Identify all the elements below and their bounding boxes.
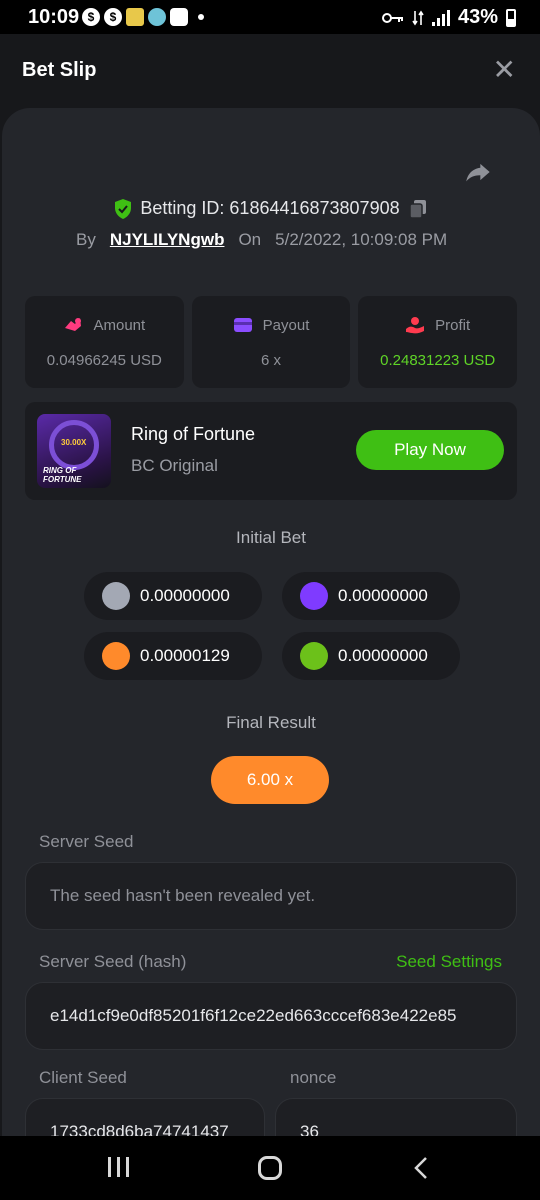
chip-value: 0.00000000 bbox=[140, 586, 230, 605]
dollar-notification-icon: $ bbox=[82, 8, 100, 26]
on-label: On bbox=[238, 230, 262, 249]
game-card: 30.00X RING OF FORTUNE Ring of Fortune B… bbox=[25, 402, 517, 500]
by-label: By bbox=[76, 230, 96, 249]
payout-icon bbox=[233, 318, 252, 332]
notification-icons: $ $ bbox=[82, 8, 204, 26]
server-seed-label: Server Seed bbox=[39, 832, 134, 851]
app-notification-icon bbox=[126, 8, 144, 26]
server-seed-hash-label: Server Seed (hash) bbox=[39, 952, 187, 971]
stat-profit: Profit 0.24831223 USD bbox=[358, 296, 518, 388]
share-icon[interactable] bbox=[464, 158, 492, 186]
chip-value: 0.00000000 bbox=[338, 586, 428, 605]
battery-icon bbox=[506, 8, 516, 27]
game-thumbnail[interactable]: 30.00X RING OF FORTUNE bbox=[37, 414, 111, 488]
more-notifications-icon bbox=[198, 14, 204, 20]
stat-value: 6 x bbox=[261, 352, 282, 369]
game-name: Ring of Fortune bbox=[131, 424, 256, 444]
stat-value: 0.04966245 USD bbox=[46, 352, 162, 369]
stat-label: Profit bbox=[435, 316, 471, 334]
game-provider: BC Original bbox=[131, 456, 218, 475]
seed-settings-link[interactable]: Seed Settings bbox=[396, 952, 502, 972]
stat-amount: Amount 0.04966245 USD bbox=[25, 296, 184, 388]
bet-chip: 0.00000000 bbox=[84, 572, 262, 620]
status-bar: 10:09 $ $ 43% bbox=[0, 0, 540, 34]
profit-icon bbox=[406, 317, 425, 334]
page-title: Bet Slip bbox=[22, 59, 97, 81]
bet-chip: 0.00000129 bbox=[84, 632, 262, 680]
bet-chip: 0.00000000 bbox=[282, 632, 460, 680]
bet-slip-panel: Betting ID: 618644168738079​08 By NJYLIL… bbox=[2, 108, 540, 1148]
client-seed-label: Client Seed bbox=[39, 1068, 127, 1087]
recent-apps-icon[interactable] bbox=[108, 1157, 129, 1177]
username-link[interactable]: NJYLILYNgwb bbox=[110, 230, 225, 250]
bet-stats: Amount 0.04966245 USD Payout 6 x Profit … bbox=[25, 296, 518, 388]
stat-payout: Payout 6 x bbox=[191, 296, 351, 388]
status-right: 43% bbox=[381, 6, 516, 29]
stat-label: Amount bbox=[93, 316, 146, 334]
coin-icon bbox=[102, 642, 130, 670]
bet-slip-header: Bet Slip ✕ bbox=[0, 34, 540, 110]
chip-value: 0.00000129 bbox=[140, 646, 230, 665]
thumb-title: RING OF FORTUNE bbox=[43, 466, 82, 484]
nonce-label: nonce bbox=[290, 1068, 337, 1087]
play-now-button[interactable]: Play Now bbox=[356, 430, 504, 470]
thumb-multiplier: 30.00X bbox=[61, 438, 87, 447]
final-result-label: Final Result bbox=[226, 713, 316, 732]
status-time: 10:09 bbox=[28, 6, 80, 28]
key-icon bbox=[381, 12, 403, 23]
server-seed-field: The seed hasn't been revealed yet. bbox=[25, 862, 517, 930]
initial-bet-label: Initial Bet bbox=[236, 528, 306, 547]
initial-bet-chips: 0.00000000 0.00000000 0.00000129 0.00000… bbox=[84, 572, 460, 680]
betting-id: Betting ID: 618644168738079​08 bbox=[140, 198, 400, 218]
betting-id-row: Betting ID: 618644168738079​08 bbox=[2, 198, 540, 219]
copy-icon[interactable] bbox=[408, 199, 428, 219]
home-icon[interactable] bbox=[258, 1156, 282, 1180]
battery-percent: 43% bbox=[457, 6, 498, 28]
data-transfer-icon bbox=[412, 10, 424, 25]
stat-value: 0.24831223 USD bbox=[380, 352, 496, 369]
coin-icon bbox=[102, 582, 130, 610]
coin-icon bbox=[300, 642, 328, 670]
shield-check-icon bbox=[115, 198, 132, 219]
close-icon[interactable]: ✕ bbox=[493, 56, 516, 84]
bet-chip: 0.00000000 bbox=[282, 572, 460, 620]
bet-author-row: By NJYLILYNgwb On 5/2/2022, 10:09:08 PM bbox=[76, 230, 447, 250]
chip-value: 0.00000000 bbox=[338, 646, 428, 665]
final-result-badge: 6.00 x bbox=[211, 756, 329, 804]
signal-icon bbox=[431, 9, 450, 26]
game-notification-icon bbox=[148, 8, 166, 26]
coin-icon bbox=[300, 582, 328, 610]
server-seed-hash-field[interactable]: e14d1cf9e0df85201f6f12ce22ed663cccef683e… bbox=[25, 982, 517, 1050]
dollar-notification-icon: $ bbox=[104, 8, 122, 26]
back-icon[interactable] bbox=[410, 1156, 434, 1180]
bag-notification-icon bbox=[170, 8, 188, 26]
bet-datetime: 5/2/2022, 10:09:08 PM bbox=[275, 230, 448, 249]
stat-label: Payout bbox=[262, 316, 310, 334]
amount-icon bbox=[65, 318, 82, 331]
system-nav-bar bbox=[0, 1136, 540, 1200]
